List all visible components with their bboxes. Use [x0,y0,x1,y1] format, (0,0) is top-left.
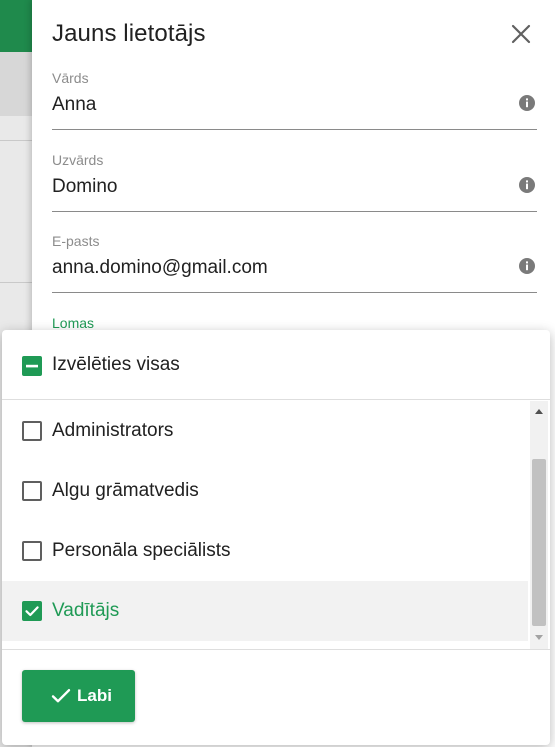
indeterminate-icon [26,364,38,368]
role-option-payroll-accountant[interactable]: Algu grāmatvedis [2,461,528,521]
role-checkbox[interactable] [22,481,42,501]
close-icon [511,24,531,44]
last-name-input[interactable] [52,176,492,198]
background-divider [0,140,32,141]
role-option-hr-specialist[interactable]: Personāla speciālists [2,521,528,581]
scroll-up-arrow-icon[interactable] [530,405,548,417]
email-field: E-pasts [52,233,537,293]
role-label: Vadītājs [52,600,120,621]
last-name-label: Uzvārds [52,152,104,168]
ok-button-label: Labi [77,686,112,705]
role-checkbox[interactable] [22,541,42,561]
scroll-down-arrow-icon[interactable] [530,632,548,644]
email-input[interactable] [52,257,492,279]
select-all-checkbox[interactable] [22,356,42,376]
close-button[interactable] [509,22,533,46]
info-icon[interactable] [518,94,536,112]
check-icon [51,689,71,703]
roles-label: Lomas [52,315,95,331]
ok-button[interactable]: Labi [22,670,135,722]
role-label: Administrators [52,420,174,441]
roles-scrollbar[interactable] [530,401,548,649]
info-icon[interactable] [518,257,536,275]
first-name-input[interactable] [52,94,492,116]
select-all-label: Izvēlēties visas [52,354,180,375]
first-name-field: Vārds [52,70,537,130]
roles-list: Administrators Algu grāmatvedis Personāl… [2,401,550,649]
background-toolbar [0,52,32,116]
last-name-field: Uzvārds [52,152,537,212]
footer-divider [2,649,550,650]
role-option-administrators[interactable]: Administrators [2,401,528,461]
role-option-manager[interactable]: Vadītājs [2,581,528,641]
info-icon[interactable] [518,176,536,194]
background-divider [0,282,32,283]
role-label: Algu grāmatvedis [52,480,199,501]
role-checkbox[interactable] [22,421,42,441]
scrollbar-thumb[interactable] [532,459,546,626]
role-label: Personāla speciālists [52,540,231,561]
first-name-label: Vārds [52,70,89,86]
role-checkbox-checked[interactable] [22,601,42,621]
background-header [0,0,32,52]
drawer-title: Jauns lietotājs [52,20,206,47]
checkmark-icon [25,606,39,617]
email-label: E-pasts [52,233,100,249]
roles-dropdown: Izvēlēties visas Administrators Algu grā… [2,330,550,745]
select-all-option[interactable]: Izvēlēties visas [2,330,550,400]
